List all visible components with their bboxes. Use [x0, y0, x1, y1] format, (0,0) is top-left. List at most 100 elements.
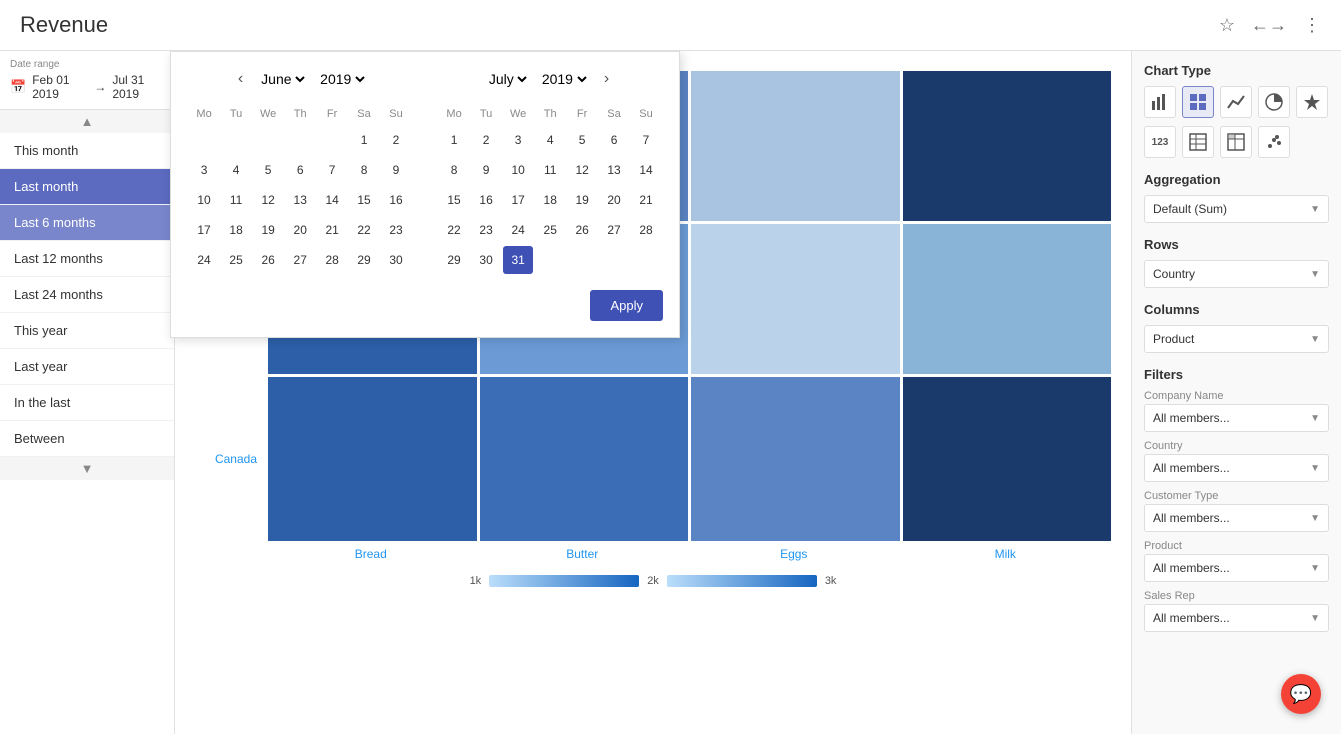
- scroll-up-button[interactable]: ▲: [0, 110, 174, 133]
- date-menu-this-month[interactable]: This month: [0, 133, 174, 169]
- calendar-day[interactable]: 22: [439, 216, 469, 244]
- date-menu-last-6-months[interactable]: Last 6 months: [0, 205, 174, 241]
- scatter-chart-icon[interactable]: [1258, 126, 1290, 158]
- calendar-day[interactable]: 23: [471, 216, 501, 244]
- calendar-day[interactable]: 27: [599, 216, 629, 244]
- calendar-day[interactable]: 8: [439, 156, 469, 184]
- next-month-button[interactable]: ›: [598, 68, 615, 90]
- june-year-select[interactable]: 2019: [316, 70, 368, 88]
- line-chart-icon[interactable]: [1220, 86, 1252, 118]
- calendar-day[interactable]: 19: [253, 216, 283, 244]
- calendar-day[interactable]: 13: [599, 156, 629, 184]
- date-menu-this-year[interactable]: This year: [0, 313, 174, 349]
- calendar-day[interactable]: 18: [221, 216, 251, 244]
- rows-dropdown[interactable]: Country ▼: [1144, 260, 1329, 288]
- calendar-day[interactable]: 11: [535, 156, 565, 184]
- calendar-day[interactable]: 17: [503, 186, 533, 214]
- july-year-select[interactable]: 2019: [538, 70, 590, 88]
- filter-customer-type-dropdown[interactable]: All members... ▼: [1144, 504, 1329, 532]
- calendar-day[interactable]: 9: [381, 156, 411, 184]
- june-month-select[interactable]: June: [257, 70, 308, 88]
- calendar-day[interactable]: 26: [567, 216, 597, 244]
- calendar-day[interactable]: 16: [471, 186, 501, 214]
- calendar-day[interactable]: 16: [381, 186, 411, 214]
- calendar-day[interactable]: 28: [317, 246, 347, 274]
- calendar-day[interactable]: 23: [381, 216, 411, 244]
- calendar-day[interactable]: 2: [471, 126, 501, 154]
- filter-country-dropdown[interactable]: All members... ▼: [1144, 454, 1329, 482]
- calendar-day[interactable]: 12: [567, 156, 597, 184]
- number-chart-icon[interactable]: 123: [1144, 126, 1176, 158]
- calendar-day[interactable]: 1: [349, 126, 379, 154]
- calendar-day[interactable]: 9: [471, 156, 501, 184]
- calendar-day[interactable]: 26: [253, 246, 283, 274]
- calendar-day[interactable]: 6: [599, 126, 629, 154]
- calendar-day[interactable]: 27: [285, 246, 315, 274]
- pie-chart-icon[interactable]: [1258, 86, 1290, 118]
- more-icon[interactable]: ⋮: [1303, 15, 1321, 36]
- prev-month-button[interactable]: ‹: [232, 68, 249, 90]
- calendar-day[interactable]: 30: [381, 246, 411, 274]
- filter-company-name-dropdown[interactable]: All members... ▼: [1144, 404, 1329, 432]
- grid-chart-icon[interactable]: [1182, 86, 1214, 118]
- chat-button[interactable]: 💬: [1281, 674, 1321, 714]
- calendar-day[interactable]: 5: [253, 156, 283, 184]
- calendar-day[interactable]: 21: [317, 216, 347, 244]
- calendar-day[interactable]: 6: [285, 156, 315, 184]
- date-menu-last-month[interactable]: Last month: [0, 169, 174, 205]
- calendar-day[interactable]: 4: [221, 156, 251, 184]
- calendar-day[interactable]: 14: [317, 186, 347, 214]
- filter-product-dropdown[interactable]: All members... ▼: [1144, 554, 1329, 582]
- scroll-down-button[interactable]: ▼: [0, 457, 174, 480]
- date-menu-last-year[interactable]: Last year: [0, 349, 174, 385]
- calendar-day[interactable]: 8: [349, 156, 379, 184]
- calendar-day[interactable]: 1: [439, 126, 469, 154]
- calendar-day[interactable]: 29: [349, 246, 379, 274]
- date-menu-last-24-months[interactable]: Last 24 months: [0, 277, 174, 313]
- calendar-day[interactable]: 25: [221, 246, 251, 274]
- apply-button[interactable]: Apply: [590, 290, 663, 321]
- july-month-select[interactable]: July: [485, 70, 530, 88]
- calendar-day[interactable]: 24: [503, 216, 533, 244]
- calendar-day[interactable]: 15: [349, 186, 379, 214]
- calendar-day[interactable]: 5: [567, 126, 597, 154]
- calendar-day[interactable]: 29: [439, 246, 469, 274]
- calendar-day[interactable]: 19: [567, 186, 597, 214]
- bar-chart-icon[interactable]: [1144, 86, 1176, 118]
- calendar-day[interactable]: 15: [439, 186, 469, 214]
- calendar-day[interactable]: 7: [631, 126, 661, 154]
- calendar-day[interactable]: 31: [503, 246, 533, 274]
- table-chart-icon[interactable]: [1182, 126, 1214, 158]
- date-menu-between[interactable]: Between: [0, 421, 174, 457]
- calendar-day[interactable]: 2: [381, 126, 411, 154]
- calendar-day[interactable]: 10: [189, 186, 219, 214]
- calendar-day[interactable]: 24: [189, 246, 219, 274]
- calendar-day[interactable]: 10: [503, 156, 533, 184]
- star-icon[interactable]: ☆: [1219, 15, 1235, 36]
- calendar-day[interactable]: 22: [349, 216, 379, 244]
- calendar-day[interactable]: 20: [285, 216, 315, 244]
- date-menu-in-the-last[interactable]: In the last: [0, 385, 174, 421]
- calendar-day[interactable]: 20: [599, 186, 629, 214]
- calendar-day[interactable]: 12: [253, 186, 283, 214]
- calendar-day[interactable]: 18: [535, 186, 565, 214]
- calendar-day[interactable]: 7: [317, 156, 347, 184]
- calendar-day[interactable]: 11: [221, 186, 251, 214]
- calendar-day[interactable]: 3: [503, 126, 533, 154]
- calendar-day[interactable]: 30: [471, 246, 501, 274]
- calendar-day[interactable]: 4: [535, 126, 565, 154]
- columns-dropdown[interactable]: Product ▼: [1144, 325, 1329, 353]
- date-menu-last-12-months[interactable]: Last 12 months: [0, 241, 174, 277]
- aggregation-dropdown[interactable]: Default (Sum) ▼: [1144, 195, 1329, 223]
- calendar-day[interactable]: 28: [631, 216, 661, 244]
- calendar-day[interactable]: 13: [285, 186, 315, 214]
- share-icon[interactable]: ←→: [1251, 15, 1287, 36]
- pivot-chart-icon[interactable]: [1220, 126, 1252, 158]
- filter-sales-rep-dropdown[interactable]: All members... ▼: [1144, 604, 1329, 632]
- date-range-bar[interactable]: Date range 📅 Feb 01 2019 → Jul 31 2019: [0, 51, 174, 110]
- calendar-day[interactable]: 17: [189, 216, 219, 244]
- calendar-day[interactable]: 25: [535, 216, 565, 244]
- calendar-day[interactable]: 14: [631, 156, 661, 184]
- calendar-day[interactable]: 21: [631, 186, 661, 214]
- calendar-day[interactable]: 3: [189, 156, 219, 184]
